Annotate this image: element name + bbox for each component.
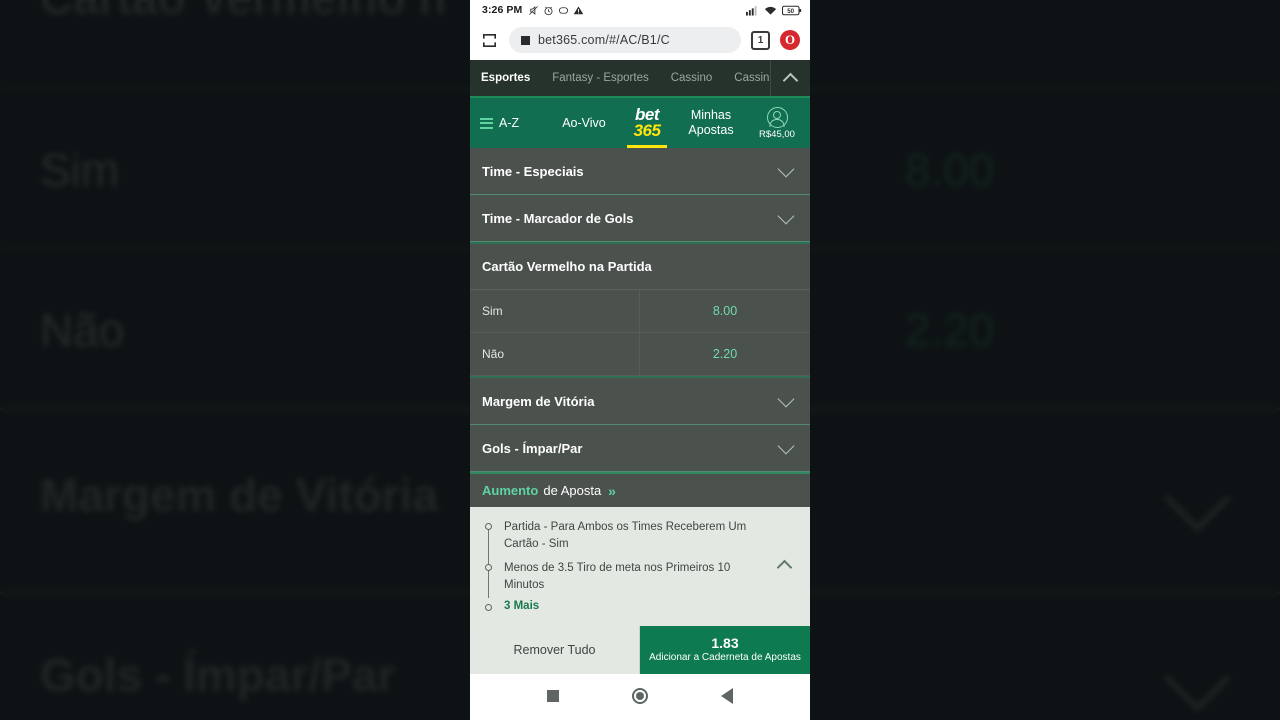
site-tab-scroller[interactable]: Esportes Fantasy - Esportes Cassino Cass… [470,60,770,96]
odd-row-nao[interactable]: Não 2.20 [470,333,810,376]
slip-more-label: 3 Mais [504,600,540,612]
add-odds-value: 1.83 [711,635,739,652]
live-label: Ao-Vivo [562,116,606,130]
list-item-more[interactable]: 3 Mais [484,600,810,612]
url-bar[interactable]: bet365.com/#/AC/B1/C [509,27,741,53]
market-margem-de-vitoria-title: Margem de Vitória [482,393,595,409]
tab-cassino-ao-vivo[interactable]: Cassino A [723,60,770,96]
market-gols-impar-par[interactable]: Gols - Ímpar/Par [470,425,810,472]
az-label: A-Z [499,116,520,130]
hamburger-icon [480,117,493,129]
tab-fantasy-esportes-label: Fantasy - Esportes [552,72,649,84]
live-button[interactable]: Ao-Vivo [548,116,620,130]
tab-cassino[interactable]: Cassino [660,60,724,96]
odd-row-nao-label: Não [470,333,640,375]
tab-cassino-ao-vivo-label: Cassino A [734,72,770,84]
android-nav-bar [470,674,810,718]
chevron-down-icon [777,160,795,177]
battery-icon: 50 [782,5,802,15]
status-time: 3:26 PM [482,4,523,16]
logo-underline [627,145,667,148]
market-gols-impar-par-title: Gols - Ímpar/Par [482,440,583,456]
double-chevron-right-icon: » [608,482,616,499]
collapse-tabs-button[interactable] [770,60,810,96]
odd-row-sim-label: Sim [470,290,640,332]
odd-row-sim[interactable]: Sim 8.00 [470,290,810,333]
screen-root: Cartão Vermelho n Sim 8.00 Não 2.20 Marg… [0,0,1280,720]
account-button[interactable]: R$45,00 [748,106,810,140]
remove-all-label: Remover Tudo [513,643,596,657]
wifi-icon [765,6,776,15]
chevron-down-icon [777,207,795,224]
tab-esportes[interactable]: Esportes [470,60,541,96]
odd-row-nao-value[interactable]: 2.20 [640,333,810,375]
slip-marker-icon [484,604,492,611]
balance-label: R$45,00 [759,128,795,140]
my-bets-button[interactable]: Minhas Apostas [674,108,748,138]
slip-selection-2: Menos de 3.5 Tiro de meta nos Primeiros … [504,561,731,591]
menu-az-button[interactable]: A-Z [470,116,548,130]
market-time-marcador-de-gols[interactable]: Time - Marcador de Gols [470,195,810,242]
tab-count-label: 1 [757,34,764,46]
tab-fantasy-esportes[interactable]: Fantasy - Esportes [541,60,660,96]
triangle-back-icon[interactable] [721,688,734,704]
logo-365-text: 365 [633,121,661,140]
battery-level: 50 [787,8,794,15]
my-bets-line2: Apostas [688,123,734,137]
site-tab-strip: Esportes Fantasy - Esportes Cassino Cass… [470,60,810,98]
bet-slip: Partida - Para Ambos os Times Receberem … [470,507,810,626]
list-item[interactable]: Partida - Para Ambos os Times Receberem … [484,519,810,554]
market-time-marcador-de-gols-title: Time - Marcador de Gols [482,210,634,226]
alarm-icon [544,6,553,15]
mute-icon [529,5,539,15]
url-text: bet365.com/#/AC/B1/C [538,33,670,47]
account-icon [766,106,788,128]
bet-boost-rest: de Aposta [543,483,602,498]
status-bar: 3:26 PM 50 [470,0,810,20]
market-margem-de-vitoria[interactable]: Margem de Vitória [470,378,810,425]
slip-marker-icon [484,563,492,571]
odd-row-sim-value[interactable]: 8.00 [640,290,810,332]
market-cartao-vermelho-label: Cartão Vermelho na Partida [482,259,652,274]
phone-screen: 3:26 PM 50 bet365.com/#/AC/B1/C 1 O Espo… [470,0,810,720]
bet-boost-highlight: Aumento [482,483,539,498]
signal-icon [746,5,757,16]
slip-marker-icon [484,523,492,530]
remove-all-button[interactable]: Remover Tudo [470,626,640,674]
page-icon [521,35,530,45]
bet-slip-selections: Partida - Para Ambos os Times Receberem … [470,519,810,612]
circle-home-icon[interactable] [631,688,648,704]
slip-selection-1: Partida - Para Ambos os Times Receberem … [504,521,747,551]
bet365-logo[interactable]: bet 365 [620,98,674,148]
chevron-down-icon [777,437,795,454]
add-to-betslip-button[interactable]: 1.83 Adicionar a Caderneta de Apostas [640,626,810,674]
market-time-especiais-title: Time - Especiais [482,163,584,179]
tab-cassino-label: Cassino [670,72,713,84]
chat-icon [559,6,569,14]
app-header: A-Z Ao-Vivo bet 365 Minhas Apostas R$45,… [470,98,810,148]
bet-boost-bar[interactable]: Aumento de Aposta » [470,472,810,507]
square-recents-icon[interactable] [546,690,559,702]
browser-toolbar: bet365.com/#/AC/B1/C 1 O [470,20,810,60]
tab-count-button[interactable]: 1 [751,30,770,50]
warning-icon [574,6,584,14]
market-cartao-vermelho-title[interactable]: Cartão Vermelho na Partida [470,244,810,290]
add-button-label: Adicionar a Caderneta de Apostas [649,652,801,664]
list-item[interactable]: Menos de 3.5 Tiro de meta nos Primeiros … [484,560,810,595]
bet-slip-footer: Remover Tudo 1.83 Adicionar a Caderneta … [470,626,810,674]
share-icon[interactable] [480,31,499,50]
market-time-especiais[interactable]: Time - Especiais [470,148,810,195]
tab-esportes-label: Esportes [481,72,531,84]
opera-icon[interactable]: O [780,30,800,50]
market-list: Time - Especiais Time - Marcador de Gols… [470,148,810,472]
my-bets-line1: Minhas [690,108,732,122]
chevron-up-icon [782,72,799,88]
chevron-down-icon [777,390,795,407]
